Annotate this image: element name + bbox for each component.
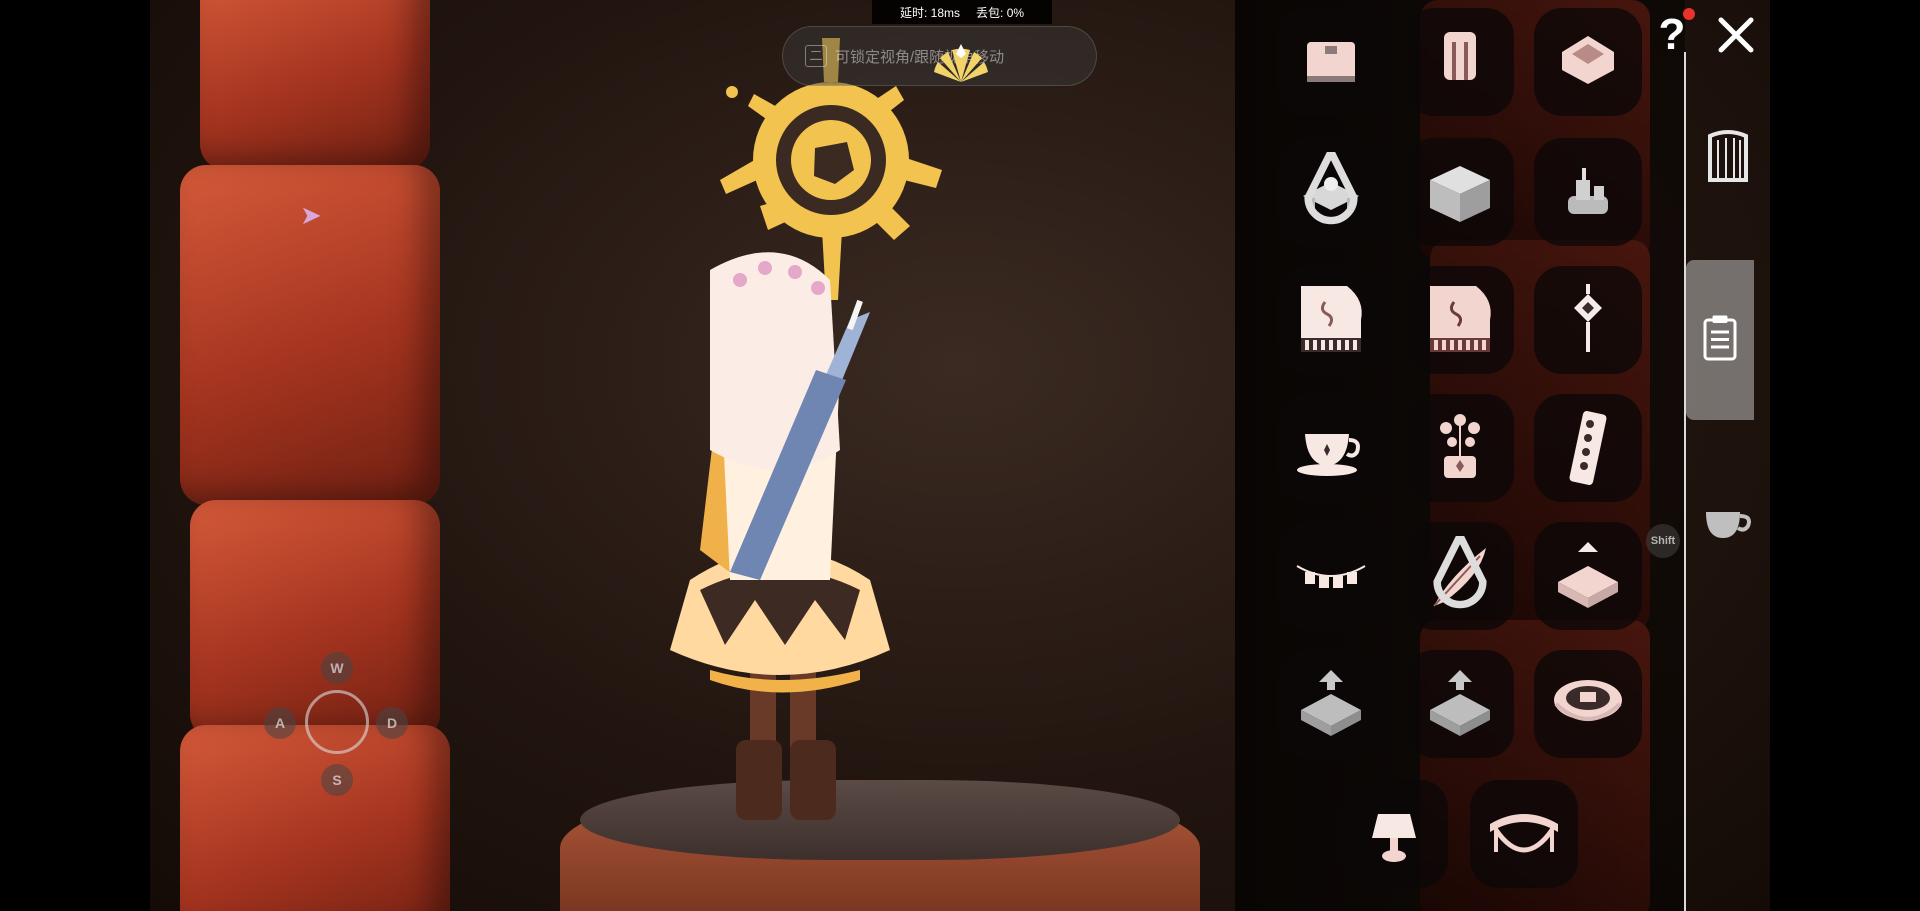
item-teacup[interactable] bbox=[1277, 394, 1385, 502]
shift-key[interactable]: Shift bbox=[1646, 524, 1680, 558]
item-robe[interactable] bbox=[1406, 8, 1514, 116]
lantern-icon bbox=[1574, 284, 1602, 352]
list-icon bbox=[1703, 315, 1737, 361]
item-storage-box[interactable] bbox=[1406, 138, 1514, 246]
piano-icon bbox=[1301, 286, 1362, 352]
item-pedestal-raise-2[interactable] bbox=[1406, 650, 1514, 758]
packet-loss-value: 0% bbox=[1006, 5, 1025, 20]
item-cushion[interactable] bbox=[1534, 8, 1642, 116]
item-tea-table[interactable] bbox=[1277, 138, 1385, 246]
expand-sidebar-arrow-icon[interactable]: ➤ bbox=[300, 200, 322, 231]
lamp-icon bbox=[1372, 814, 1416, 862]
hint-key: 二 bbox=[805, 45, 827, 67]
latency-value: 18ms bbox=[930, 5, 960, 20]
item-feather-quill[interactable] bbox=[1406, 522, 1514, 630]
joystick-ring[interactable] bbox=[305, 690, 369, 754]
item-candles[interactable] bbox=[1534, 138, 1642, 246]
raise-icon bbox=[1430, 670, 1490, 736]
bunting-icon bbox=[1296, 565, 1366, 588]
teacup-tab-icon[interactable] bbox=[1696, 490, 1760, 554]
notification-dot bbox=[1683, 8, 1695, 20]
harp-icon[interactable] bbox=[1696, 126, 1760, 190]
hammock-icon bbox=[1490, 814, 1558, 853]
player-character[interactable] bbox=[590, 250, 970, 830]
cabinet-icon bbox=[1307, 42, 1355, 82]
panel-scrollbar[interactable] bbox=[1684, 52, 1686, 911]
flower-pot-icon bbox=[1440, 414, 1480, 478]
packet-loss: 丢包: 0% bbox=[976, 4, 1024, 21]
network-stats: 延时: 18ms 丢包: 0% bbox=[872, 0, 1052, 24]
item-pedestal-up[interactable] bbox=[1534, 522, 1642, 630]
key-s[interactable]: S bbox=[321, 764, 353, 796]
item-grand-piano-dark[interactable] bbox=[1406, 266, 1514, 374]
candles-icon bbox=[1568, 168, 1608, 214]
rug-icon bbox=[1554, 680, 1622, 721]
close-icon[interactable] bbox=[1713, 12, 1759, 58]
latency: 延时: 18ms bbox=[900, 4, 960, 21]
item-flower-pot[interactable] bbox=[1406, 394, 1514, 502]
raise-icon bbox=[1301, 670, 1361, 736]
key-d[interactable]: D bbox=[376, 707, 408, 739]
piano-dark-icon bbox=[1430, 286, 1491, 352]
cushion-icon bbox=[1562, 36, 1614, 84]
item-lamp[interactable] bbox=[1340, 780, 1448, 888]
item-lantern[interactable] bbox=[1534, 266, 1642, 374]
packet-loss-label: 丢包: bbox=[976, 5, 1004, 20]
pedestal-up-icon bbox=[1558, 542, 1618, 608]
drop-badge-icon bbox=[1433, 536, 1487, 609]
domino-icon bbox=[1569, 411, 1607, 485]
key-w[interactable]: W bbox=[321, 652, 353, 684]
teacup-icon bbox=[1297, 434, 1360, 476]
item-bunting[interactable] bbox=[1277, 522, 1385, 630]
cape-energy-fan-icon bbox=[934, 44, 988, 82]
key-a[interactable]: A bbox=[264, 707, 296, 739]
box-icon bbox=[1430, 166, 1490, 222]
item-hammock[interactable] bbox=[1470, 780, 1578, 888]
drop-badge-icon bbox=[1304, 152, 1358, 225]
item-nightstand[interactable] bbox=[1277, 8, 1385, 116]
item-round-rug[interactable] bbox=[1534, 650, 1642, 758]
item-domino[interactable] bbox=[1534, 394, 1642, 502]
movement-pad[interactable]: W A D S bbox=[262, 652, 412, 802]
tab-list[interactable] bbox=[1686, 260, 1754, 420]
robe-icon bbox=[1444, 32, 1476, 80]
latency-label: 延时: bbox=[899, 5, 928, 20]
item-pedestal-raise[interactable] bbox=[1277, 650, 1385, 758]
item-grand-piano[interactable] bbox=[1277, 266, 1385, 374]
